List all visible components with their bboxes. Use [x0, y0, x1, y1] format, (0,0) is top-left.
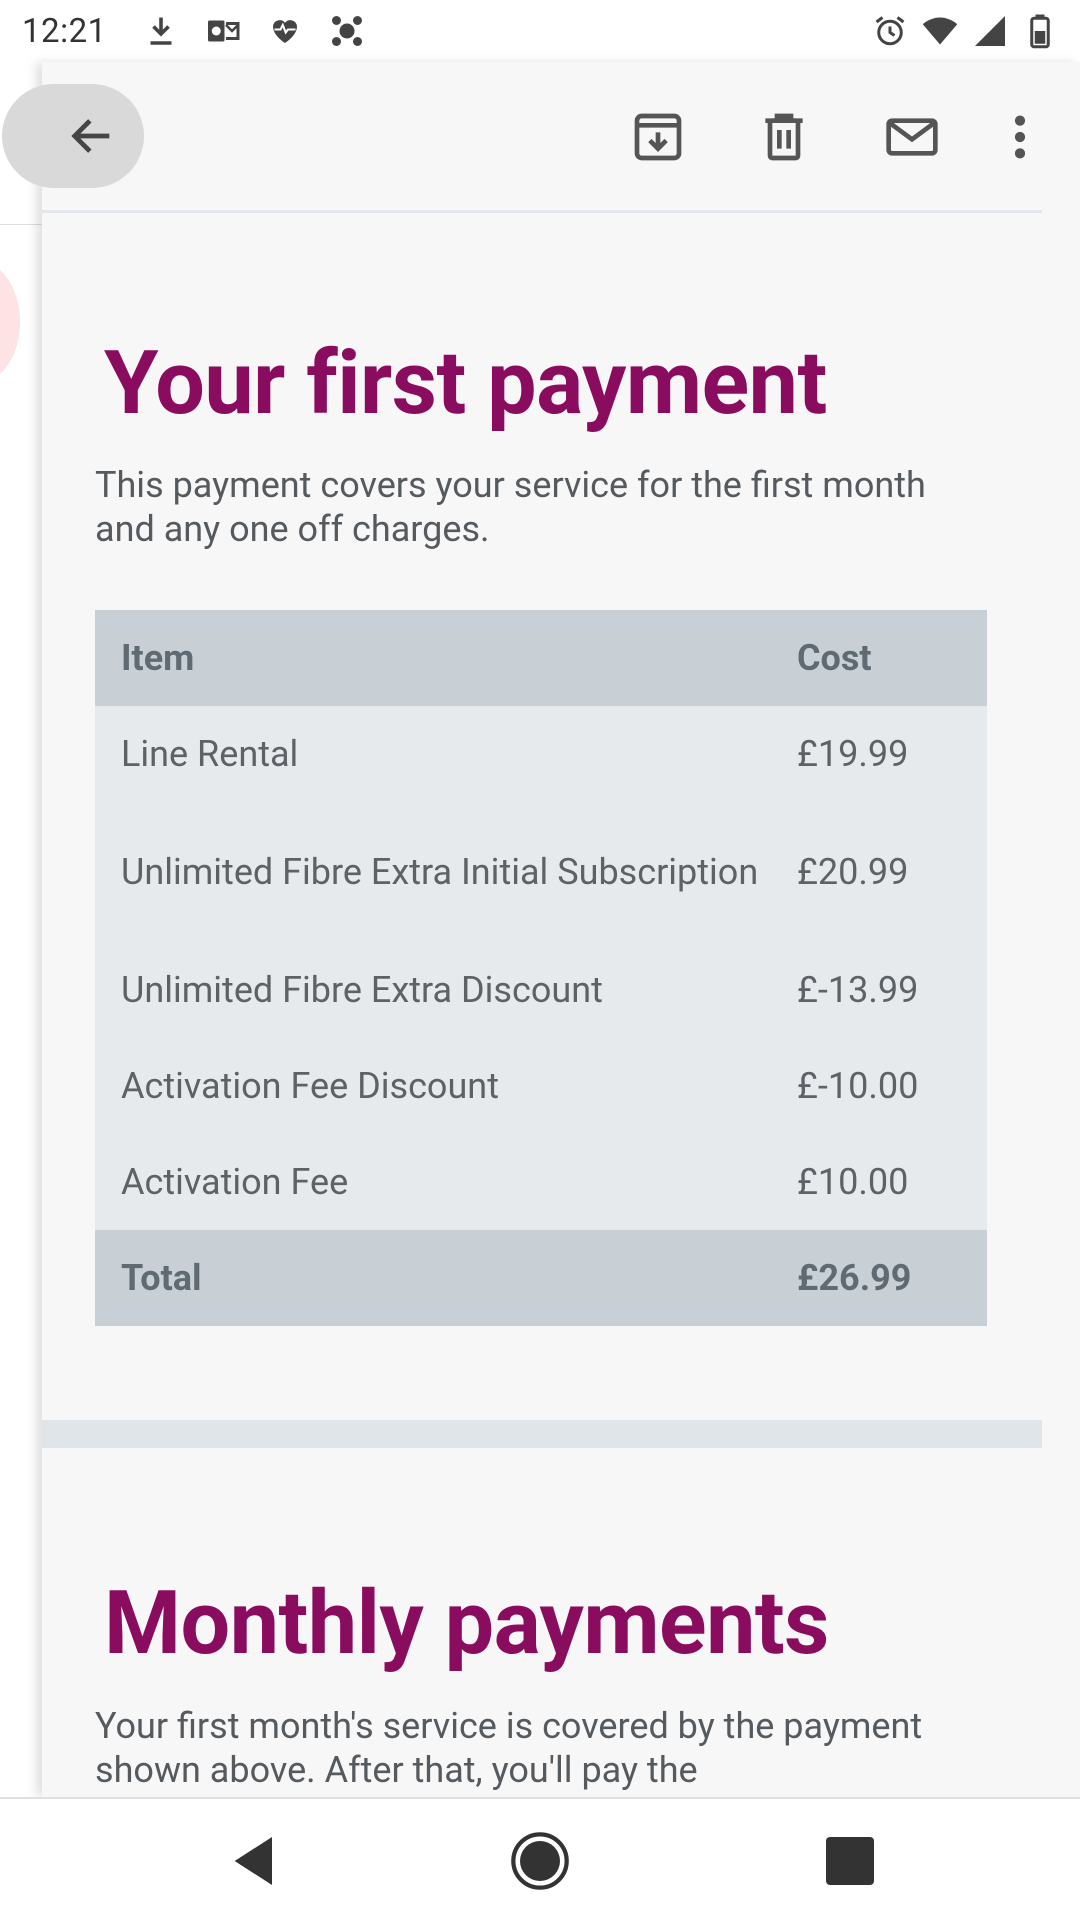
- table-row: Activation Fee £10.00: [95, 1134, 987, 1230]
- first-payment-table: Item Cost Line Rental £19.99 Unlimited F…: [95, 610, 987, 1326]
- delete-icon: [765, 113, 803, 161]
- table-row: Line Rental £19.99: [95, 706, 987, 802]
- archive-icon: [634, 113, 682, 161]
- table-row: Activation Fee Discount £-10.00: [95, 1038, 987, 1134]
- table-total-row: Total £26.99: [95, 1230, 987, 1326]
- email-view: Your first payment This payment covers y…: [2, 62, 1080, 1797]
- delete-button[interactable]: [754, 107, 814, 167]
- circle-home-icon: [511, 1832, 569, 1890]
- battery-icon: [1022, 13, 1058, 49]
- first-payment-heading: Your first payment: [104, 332, 827, 435]
- triangle-back-icon: [234, 1837, 272, 1885]
- monthly-payments-description: Your first month's service is covered by…: [95, 1705, 923, 1791]
- first-payment-description: This payment covers your service for the…: [95, 464, 926, 550]
- table-row: Unlimited Fibre Extra Initial Subscripti…: [95, 802, 987, 942]
- email-toolbar: [2, 62, 1080, 213]
- total-label: Total: [121, 1257, 202, 1299]
- notification-icons: [143, 13, 365, 49]
- row-cost: £19.99: [797, 733, 909, 775]
- total-cost: £26.99: [797, 1257, 912, 1299]
- more-vert-icon: [1014, 115, 1026, 159]
- system-icons: [872, 13, 1058, 49]
- outlook-icon: [205, 13, 241, 49]
- download-icon: [143, 13, 179, 49]
- health-icon: [267, 13, 303, 49]
- row-item: Unlimited Fibre Extra Discount: [121, 969, 603, 1011]
- monthly-payments-heading: Monthly payments: [104, 1572, 829, 1675]
- toolbar-divider: [42, 210, 1042, 213]
- row-item: Unlimited Fibre Extra Initial Subscripti…: [121, 851, 759, 893]
- table-header-row: Item Cost: [95, 610, 987, 706]
- row-cost: £-13.99: [797, 969, 919, 1011]
- nav-home-button[interactable]: [508, 1829, 572, 1893]
- header-cost: Cost: [797, 637, 872, 679]
- row-item: Activation Fee Discount: [121, 1065, 499, 1107]
- more-options-button[interactable]: [990, 107, 1050, 167]
- mail-icon: [886, 118, 938, 156]
- inbox-list-edge: [0, 62, 44, 1797]
- header-item: Item: [121, 637, 195, 679]
- archive-button[interactable]: [628, 107, 688, 167]
- signal-icon: [972, 13, 1008, 49]
- arrow-back-icon: [71, 119, 110, 153]
- wifi-icon: [922, 13, 958, 49]
- row-cost: £-10.00: [797, 1065, 919, 1107]
- system-nav-bar: [0, 1797, 1080, 1920]
- list-divider: [0, 224, 44, 225]
- table-row: Unlimited Fibre Extra Discount £-13.99: [95, 942, 987, 1038]
- status-time: 12:21: [22, 11, 107, 51]
- screen: 12:21 Your first payment This payment co…: [0, 0, 1080, 1920]
- back-button[interactable]: [2, 84, 144, 188]
- app-icon: [329, 13, 365, 49]
- nav-back-button[interactable]: [224, 1829, 288, 1893]
- row-cost: £20.99: [797, 851, 909, 893]
- row-item: Line Rental: [121, 733, 299, 775]
- row-cost: £10.00: [797, 1161, 909, 1203]
- section-divider: [42, 1420, 1042, 1448]
- row-item: Activation Fee: [121, 1161, 349, 1203]
- alarm-icon: [872, 13, 908, 49]
- nav-recents-button[interactable]: [818, 1829, 882, 1893]
- status-bar: 12:21: [0, 0, 1080, 62]
- sender-avatar: [0, 262, 20, 382]
- square-recents-icon: [826, 1837, 874, 1885]
- mark-unread-button[interactable]: [882, 107, 942, 167]
